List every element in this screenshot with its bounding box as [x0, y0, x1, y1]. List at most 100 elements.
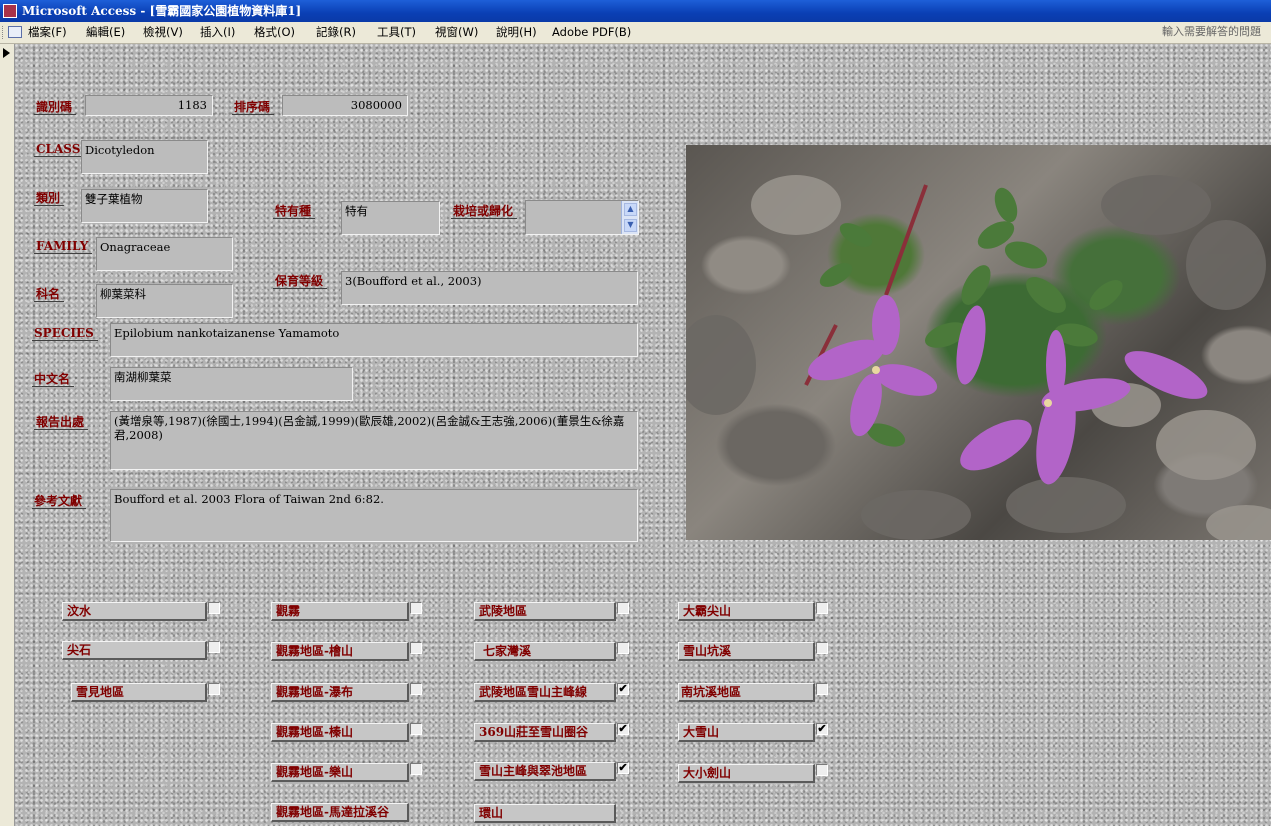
cultivated-scrollbar[interactable]: ▲ ▼: [621, 201, 638, 234]
location-label: 雪山坑溪: [683, 644, 732, 658]
menu-adobe-pdf[interactable]: Adobe PDF(B): [552, 22, 631, 43]
sort-code-field[interactable]: 3080000: [282, 95, 408, 116]
menu-bar: 檔案(F) 編輯(E) 檢視(V) 插入(I) 格式(O) 記錄(R) 工具(T…: [0, 22, 1271, 44]
scroll-up-icon[interactable]: ▲: [624, 203, 637, 216]
location-dabajianshan[interactable]: 大霸尖山: [678, 602, 815, 621]
location-daxueshan[interactable]: 大雪山: [678, 723, 815, 742]
location-label: 尖石: [67, 643, 92, 657]
chinese-name-field[interactable]: 南湖柳葉菜: [110, 367, 353, 401]
location-label: 大雪山: [683, 725, 720, 739]
location-wenshui-checkbox[interactable]: [208, 602, 220, 614]
location-369-cirque-checkbox[interactable]: ✔: [617, 723, 629, 735]
location-xueshankeng[interactable]: 雪山坑溪: [678, 642, 815, 661]
location-guanwu-madala[interactable]: 觀霧地區-馬達拉溪谷: [271, 803, 409, 822]
location-guanwu-waterfall-checkbox[interactable]: [410, 683, 422, 695]
location-wenshui[interactable]: 汶水: [62, 602, 207, 621]
conservation-field[interactable]: 3(Boufford et al., 2003): [341, 271, 638, 305]
location-daxiaojianshan[interactable]: 大小劍山: [678, 764, 815, 783]
conservation-label: 保育等級: [273, 273, 328, 289]
location-wuling-xueshan-trail[interactable]: 武陵地區雪山主峰線: [474, 683, 616, 702]
menu-edit[interactable]: 編輯(E): [86, 22, 125, 43]
location-label: 七家灣溪: [483, 644, 532, 658]
reference-label: 參考文獻: [32, 493, 87, 509]
menu-insert[interactable]: 插入(I): [200, 22, 235, 43]
location-daxiaojianshan-checkbox[interactable]: [816, 764, 828, 776]
location-nankeng-checkbox[interactable]: [816, 683, 828, 695]
current-record-arrow-icon: [3, 48, 10, 58]
location-guanwu-waterfall[interactable]: 觀霧地區-瀑布: [271, 683, 409, 702]
menu-records[interactable]: 記錄(R): [316, 22, 356, 43]
location-label: 雪山主峰與翠池地區: [479, 764, 588, 778]
location-label: 觀霧地區-馬達拉溪谷: [276, 805, 389, 819]
location-jianshi[interactable]: 尖石: [62, 641, 207, 660]
endemic-field[interactable]: 特有: [341, 201, 440, 235]
family-field[interactable]: Onagraceae: [96, 237, 233, 271]
title-bar: Microsoft Access - [雪霸國家公園植物資料庫1]: [0, 0, 1271, 22]
location-label: 武陵地區: [479, 604, 528, 618]
location-huanshan[interactable]: 環山: [474, 804, 616, 823]
location-xuejian[interactable]: 雪見地區: [71, 683, 207, 702]
plant-photo: [686, 145, 1271, 540]
family-cn-label: 科名: [34, 286, 65, 302]
cultivated-field[interactable]: ▲ ▼: [525, 200, 639, 235]
report-source-label: 報告出處: [34, 414, 89, 430]
location-xueshankeng-checkbox[interactable]: [816, 642, 828, 654]
scroll-down-icon[interactable]: ▼: [624, 219, 637, 232]
location-369-cirque[interactable]: 369山莊至雪山圈谷: [474, 723, 616, 742]
location-guanwu-zhenshan[interactable]: 觀霧地區-榛山: [271, 723, 409, 742]
location-guanwu-leshan-checkbox[interactable]: [410, 763, 422, 775]
cultivated-label: 栽培或歸化: [451, 203, 518, 219]
menu-help[interactable]: 說明(H): [496, 22, 537, 43]
location-xueshan-cuichi[interactable]: 雪山主峰與翠池地區: [474, 762, 616, 781]
help-question-box[interactable]: 輸入需要解答的問題: [1127, 23, 1267, 41]
location-label: 環山: [479, 806, 504, 820]
species-field[interactable]: Epilobium nankotaizanense Yamamoto: [110, 323, 638, 357]
location-jianshi-checkbox[interactable]: [208, 641, 220, 653]
species-label: SPECIES: [32, 325, 98, 341]
location-guanwu[interactable]: 觀霧: [271, 602, 409, 621]
location-wuling-xueshan-trail-checkbox[interactable]: ✔: [617, 683, 629, 695]
location-qijiawan-checkbox[interactable]: [617, 642, 629, 654]
menu-format[interactable]: 格式(O): [254, 22, 295, 43]
report-source-field[interactable]: (黃增泉等,1987)(徐國士,1994)(呂金誠,1999)(歐辰雄,2002…: [110, 411, 638, 470]
toolbar-grip[interactable]: [2, 26, 6, 39]
location-daxueshan-checkbox[interactable]: ✔: [816, 723, 828, 735]
record-selector[interactable]: [0, 44, 15, 826]
location-label: 觀霧地區-檜山: [276, 644, 353, 658]
id-label: 識別碼: [34, 99, 77, 115]
location-label: 觀霧: [276, 604, 301, 618]
id-field[interactable]: 1183: [85, 95, 213, 116]
location-guanwu-kuaishan-checkbox[interactable]: [410, 642, 422, 654]
menu-view[interactable]: 檢視(V): [143, 22, 183, 43]
location-label: 武陵地區雪山主峰線: [479, 685, 588, 699]
location-guanwu-checkbox[interactable]: [410, 602, 422, 614]
access-app-icon: [3, 4, 17, 18]
chinese-name-label: 中文名: [32, 371, 75, 387]
location-qijiawan[interactable]: 七家灣溪: [474, 642, 616, 661]
location-label: 大小劍山: [683, 766, 732, 780]
location-xueshan-cuichi-checkbox[interactable]: ✔: [617, 762, 629, 774]
menu-window[interactable]: 視窗(W): [435, 22, 478, 43]
category-field[interactable]: 雙子葉植物: [81, 189, 208, 223]
menu-tools[interactable]: 工具(T): [377, 22, 416, 43]
location-wuling[interactable]: 武陵地區: [474, 602, 616, 621]
form-document-icon[interactable]: [8, 26, 22, 38]
class-field[interactable]: Dicotyledon: [81, 140, 208, 174]
window-title: Microsoft Access - [雪霸國家公園植物資料庫1]: [22, 4, 302, 18]
location-guanwu-zhenshan-checkbox[interactable]: [410, 723, 422, 735]
category-label: 類別: [34, 190, 65, 206]
endemic-label: 特有種: [273, 203, 316, 219]
location-wuling-checkbox[interactable]: [617, 602, 629, 614]
location-nankeng[interactable]: 南坑溪地區: [678, 683, 815, 702]
family-cn-field[interactable]: 柳葉菜科: [96, 284, 233, 318]
menu-file[interactable]: 檔案(F): [28, 22, 67, 43]
location-guanwu-leshan[interactable]: 觀霧地區-樂山: [271, 763, 409, 782]
location-dabajianshan-checkbox[interactable]: [816, 602, 828, 614]
class-label: CLASS: [34, 141, 85, 157]
location-label: 觀霧地區-瀑布: [276, 685, 353, 699]
location-label: 369山莊至雪山圈谷: [479, 725, 589, 739]
reference-field[interactable]: Boufford et al. 2003 Flora of Taiwan 2nd…: [110, 489, 638, 542]
location-guanwu-kuaishan[interactable]: 觀霧地區-檜山: [271, 642, 409, 661]
location-xuejian-checkbox[interactable]: [208, 683, 220, 695]
location-label: 大霸尖山: [683, 604, 732, 618]
